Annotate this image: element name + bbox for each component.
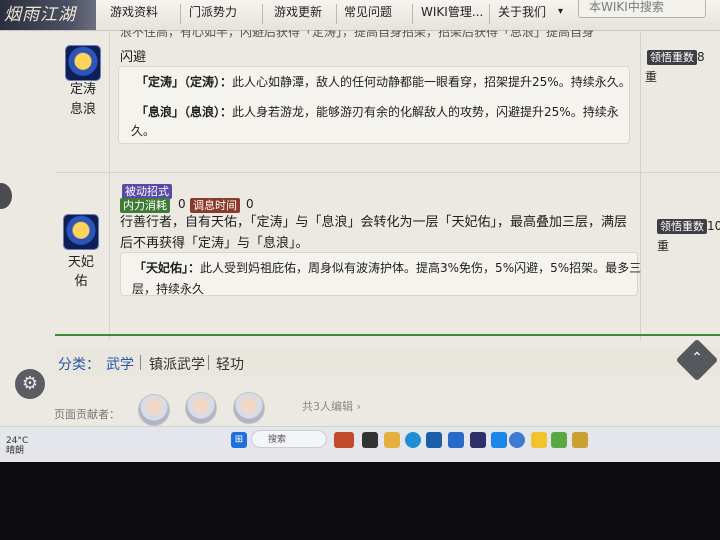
edge-browser-icon[interactable]: [405, 432, 421, 448]
side-panel-handle[interactable]: [0, 183, 12, 209]
cooldown-value: 0: [246, 197, 254, 211]
app-icon[interactable]: [470, 432, 486, 448]
browser-screen: 烟雨江湖 游戏资料 门派势力 游戏更新 常见问题 WIKI管理... 关于我们 …: [0, 0, 720, 462]
effect-line: 「天妃佑」：此人受到妈祖庇佑，周身似有波涛护体。提高3%免伤，5%闪避，5%招架…: [134, 261, 642, 275]
contributor-avatar[interactable]: [185, 392, 217, 424]
category-link-qinggong[interactable]: 轻功: [216, 354, 244, 374]
skill-summary-line: 闪避: [120, 50, 147, 65]
comprehension-unit: 重: [645, 70, 658, 84]
category-label: 分类：: [58, 357, 100, 373]
nav-divider: [180, 4, 181, 24]
comprehension-badge: 领悟重数: [647, 50, 697, 65]
skill-summary-line: 浪不住高，有心如半，闪避后获得「定涛」，提高自身招架，招架后获得「息浪」提高自身: [120, 30, 595, 39]
app-icon[interactable]: [509, 432, 525, 448]
skill-name: 佑: [74, 274, 88, 289]
comprehension-badge: 领悟重数: [657, 219, 707, 234]
row-divider: [55, 172, 720, 173]
site-logo[interactable]: 烟雨江湖: [0, 0, 96, 30]
comprehension-value: 10: [707, 219, 720, 233]
weather-temp: 24°C: [6, 436, 29, 446]
skill-description: 行善行者，自有天佑，「定涛」与「息浪」会转化为一层「天妃佑」，最高叠加三层，满层: [120, 215, 628, 230]
taskbar-search-input[interactable]: 搜索: [251, 430, 327, 448]
app-icon[interactable]: [362, 432, 378, 448]
skill-icon: [64, 215, 98, 249]
skill-name: 定涛息浪: [69, 82, 96, 117]
effect-line: 「定涛」（定涛）：此人心如静潭，敌人的任何动静都能一眼看穿，招架提升25%。持续…: [136, 75, 631, 89]
nav-factions[interactable]: 门派势力: [189, 0, 237, 30]
nav-divider: [262, 4, 263, 24]
contributor-avatar[interactable]: [138, 394, 170, 426]
effect-line: 层，持续永久: [132, 282, 205, 296]
mail-icon[interactable]: [491, 432, 507, 448]
app-icon[interactable]: [334, 432, 354, 448]
contributors-summary[interactable]: 共3人编辑 ›: [302, 398, 361, 414]
nav-updates[interactable]: 游戏更新: [274, 0, 322, 30]
app-icon[interactable]: [531, 432, 547, 448]
nav-divider: [336, 4, 337, 24]
skill-name: 天妃: [67, 255, 94, 270]
windows-start-icon[interactable]: ⊞: [231, 432, 247, 448]
contributors-label: 页面贡献者：: [54, 408, 120, 421]
weather-desc: 晴朗: [6, 446, 25, 456]
contributor-avatar[interactable]: [233, 392, 265, 424]
category-divider: [140, 355, 141, 370]
passive-skill-tag: 被动招式: [122, 184, 172, 199]
app-icon[interactable]: [448, 432, 464, 448]
mp-cost-value: 0: [178, 197, 186, 211]
effect-line: 「息浪」（息浪）：此人身若游龙，能够游刃有余的化解敌人的攻势，闪避提升25%。持…: [136, 105, 619, 119]
nav-divider: [489, 4, 490, 24]
nav-game-data[interactable]: 游戏资料: [110, 0, 158, 30]
app-icon[interactable]: [426, 432, 442, 448]
weather-widget[interactable]: 24°C 晴朗: [6, 436, 28, 456]
category-link-zhenpai[interactable]: 镇派武学: [149, 354, 205, 374]
wiki-search-input[interactable]: 本WIKI中搜索: [578, 0, 706, 18]
skill-icon: [66, 46, 100, 80]
chevron-up-icon: ⌃: [691, 350, 703, 366]
monitor-bezel: [0, 462, 720, 540]
skill-description: 后不再获得「定涛」与「息浪」。: [120, 236, 309, 251]
comprehension-unit: 重: [657, 239, 670, 253]
top-navigation: 烟雨江湖 游戏资料 门派势力 游戏更新 常见问题 WIKI管理... 关于我们 …: [0, 0, 720, 31]
nav-divider: [412, 4, 413, 24]
category-link-wushu[interactable]: 武学: [106, 354, 134, 374]
chevron-right-icon: ›: [356, 400, 361, 413]
nav-faq[interactable]: 常见问题: [344, 0, 392, 30]
section-divider: [55, 334, 720, 336]
app-icon[interactable]: [551, 432, 567, 448]
column-divider: [640, 30, 641, 340]
file-explorer-icon[interactable]: [384, 432, 400, 448]
app-icon[interactable]: [572, 432, 588, 448]
nav-wiki-admin[interactable]: WIKI管理...: [421, 0, 483, 30]
os-taskbar: [0, 426, 720, 462]
chevron-down-icon[interactable]: ▾: [558, 0, 563, 30]
nav-about[interactable]: 关于我们: [498, 0, 546, 30]
comprehension-value: 8: [697, 50, 705, 64]
category-divider: [208, 355, 209, 370]
settings-gear-icon[interactable]: ⚙: [15, 369, 45, 399]
effect-line: 久。: [131, 124, 156, 138]
